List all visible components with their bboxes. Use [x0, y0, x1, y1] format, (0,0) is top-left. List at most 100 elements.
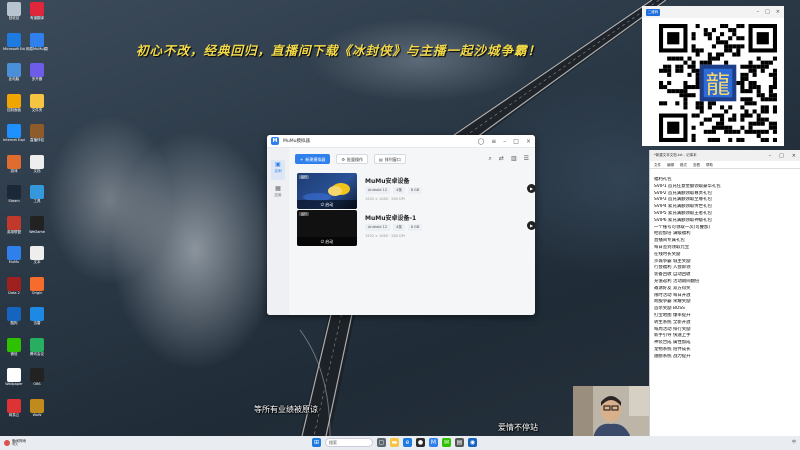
minimize-icon[interactable]: – [757, 9, 760, 15]
notepad-menu-item[interactable]: 格式 [680, 161, 687, 168]
maximize-icon[interactable]: □ [765, 9, 770, 15]
desktop-icon[interactable]: Dota 2 [3, 276, 25, 302]
sidebar-item-instances[interactable]: ▣ 实例 [271, 160, 285, 180]
app-taskbar-icon[interactable]: ● [416, 438, 425, 447]
android-tag: Android 12 [365, 224, 391, 231]
taskbar-search[interactable]: 搜索 [325, 438, 373, 447]
notepad-titlebar[interactable]: *新建文本文档.txt - 记事本 – □ × [650, 150, 800, 161]
instance-thumbnail[interactable]: 运行 ⏻ 启动 [297, 173, 357, 209]
desktop-icon[interactable]: Microsoft Edge [3, 32, 25, 58]
menu-icon[interactable]: ≡ [491, 138, 496, 145]
browser-taskbar-icon[interactable]: ◉ [468, 438, 477, 447]
start-button[interactable]: ⏻ 启动 [297, 200, 357, 209]
desktop-icon[interactable]: 直播伴侣 [26, 124, 48, 149]
notepad-menu-item[interactable]: 帮助 [706, 161, 713, 168]
desktop-icon[interactable]: 网易MuMu模拟器 [26, 32, 48, 58]
desktop-icon[interactable]: WoW [26, 398, 48, 424]
desktop-icon[interactable]: MuMu [3, 246, 25, 271]
notepad-line: 一个账号可领取一次(可叠加) [654, 224, 711, 230]
notepad-content[interactable]: 福利礼包 SVIP1 首充任意金额领取豪华礼包 SVIP2 首充满额领取尊贵礼包 SV… [650, 169, 800, 369]
start-menu-icon[interactable]: ⊞ [312, 438, 321, 447]
sync-icon[interactable]: ⇄ [499, 155, 504, 163]
weather-icon [4, 440, 10, 446]
system-tray[interactable]: 中 [792, 439, 796, 445]
close-icon[interactable]: × [526, 138, 531, 145]
notepad-menu-item[interactable]: 编辑 [667, 161, 674, 168]
desktop-icon[interactable]: Wallpaper [3, 368, 25, 393]
notepad-line: 经验加倍 满级福利 [654, 231, 691, 237]
wechat-taskbar-icon[interactable]: ✉ [442, 438, 451, 447]
minimize-icon[interactable]: – [503, 138, 506, 145]
notepad-taskbar-icon[interactable]: ▤ [455, 438, 464, 447]
document-icon [30, 154, 44, 169]
search-icon[interactable]: ⌕ [489, 155, 492, 163]
desktop-icon[interactable]: 腾讯会议 [26, 337, 48, 363]
edge-taskbar-icon[interactable]: e [403, 438, 412, 447]
file-explorer-icon[interactable]: ▬ [390, 438, 399, 447]
notepad-menu-item[interactable]: 文件 [654, 161, 661, 168]
desktop-icon[interactable]: 多开器 [26, 63, 48, 88]
grid-view-icon[interactable]: ▥ [511, 155, 517, 163]
desktop-icon[interactable]: 此电脑 [3, 63, 25, 88]
mumu-titlebar[interactable]: M MuMu模拟器 ◯ ≡ – □ × [267, 135, 535, 148]
youdao-icon [30, 2, 44, 16]
desktop-icon[interactable]: Internet Explorer [3, 124, 25, 149]
recycle-bin-icon [7, 2, 21, 16]
desktop-icon[interactable]: Origin [26, 276, 48, 302]
weather-sub: 明天 [12, 442, 19, 447]
sidebar-item-apps[interactable]: ▦ 应用 [271, 184, 285, 204]
desktop-icon[interactable]: Steam [3, 185, 25, 210]
desktop-icon[interactable]: 回收站 [3, 2, 25, 27]
maximize-icon[interactable]: □ [513, 138, 519, 145]
desktop-icon[interactable]: 工具 [26, 185, 48, 210]
batch-icon: ⚙ [341, 157, 345, 162]
new-emulator-button[interactable]: + 新建模拟器 [295, 154, 331, 164]
instance-card[interactable]: 运行 ⏻ 启动 MuMu安卓设备 Android 12 4核 8 GB 1920… [297, 173, 535, 209]
desktop-icon-label: 文档 [33, 168, 41, 173]
desktop-icon[interactable]: 文件夹 [26, 93, 48, 119]
desktop-icon[interactable]: 酷狗 [3, 307, 25, 332]
desktop-icon-label: 网易云 [8, 412, 20, 417]
close-icon[interactable]: × [776, 9, 780, 15]
instance-card[interactable]: 运行 ⏻ 启动 MuMu安卓设备-1 Android 12 4核 8 GB 19… [297, 210, 535, 246]
desktop-icon[interactable]: 游戏 [3, 154, 25, 180]
sidebar-item-label: 实例 [274, 169, 282, 173]
play-icon[interactable]: ▶ [527, 184, 535, 193]
close-icon[interactable]: × [792, 153, 796, 159]
notepad-line: 在线时长奖励 [654, 251, 681, 257]
desktop-icon[interactable]: 文档 [26, 154, 48, 180]
desktop-icon[interactable]: 文本 [26, 246, 48, 271]
maximize-icon[interactable]: □ [779, 153, 784, 159]
desktop-icon-label: 回收站 [8, 16, 20, 20]
arrange-label: 排列窗口 [384, 157, 401, 162]
notepad-menu-item[interactable]: 查看 [693, 161, 700, 168]
instance-thumbnail[interactable]: 运行 ⏻ 启动 [297, 210, 357, 246]
ram-tag: 8 GB [407, 187, 423, 194]
qr-titlebar[interactable]: 二维码 – □ × [642, 6, 784, 18]
desktop-icon[interactable]: 网易云 [3, 398, 25, 424]
arrange-button[interactable]: ▤ 排列窗口 [373, 154, 406, 164]
desktop-icon[interactable]: 控制面板 [3, 93, 25, 119]
desktop-icon-label: Steam [8, 199, 20, 203]
tool-icon [30, 185, 44, 199]
minimize-icon[interactable]: – [769, 153, 772, 159]
start-button[interactable]: ⏻ 启动 [297, 237, 357, 246]
computer-icon [7, 63, 21, 77]
weather-widget[interactable]: 晚间阵雨 明天 [0, 439, 26, 447]
music-icon [7, 398, 21, 413]
mumu-taskbar-icon[interactable]: M [429, 438, 438, 447]
desktop-icon[interactable]: OBS [26, 368, 48, 393]
batch-button[interactable]: ⚙ 批量操作 [336, 154, 368, 164]
desktop-icon[interactable]: WeGame [26, 215, 48, 241]
task-view-icon[interactable]: ▢ [377, 438, 386, 447]
android-tag: Android 12 [365, 187, 391, 194]
desktop-icon[interactable]: 英雄联盟 [3, 215, 25, 241]
desktop-icon[interactable]: 有道翻译 [26, 2, 48, 27]
desktop-icon[interactable]: 迅雷 [26, 307, 48, 332]
notepad-line: 装备回收 自动回收 [654, 272, 691, 278]
multi-icon [30, 63, 44, 77]
avatar-icon[interactable]: ◯ [478, 138, 485, 145]
desktop-icon[interactable]: 微信 [3, 337, 25, 363]
list-view-icon[interactable]: ☰ [524, 155, 529, 163]
play-icon[interactable]: ▶ [527, 221, 535, 230]
